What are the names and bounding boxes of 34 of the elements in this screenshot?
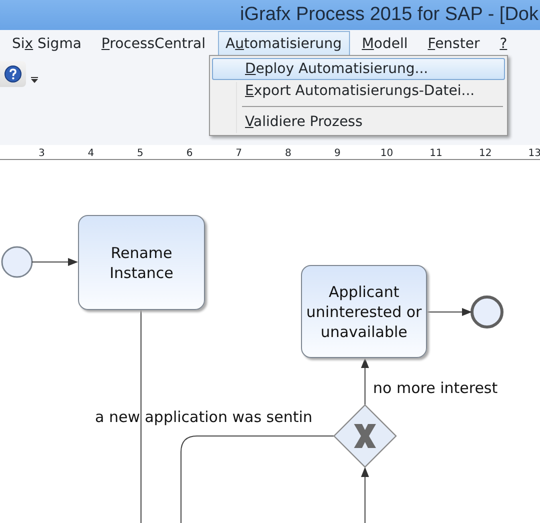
menu-item[interactable]: ?: [492, 30, 516, 56]
ruler-number: 4: [88, 148, 94, 159]
ruler-number: 12: [478, 148, 492, 159]
menu-item[interactable]: Fenster: [420, 30, 488, 56]
edge-label: a new application was sentin: [95, 407, 312, 428]
menu-item[interactable]: ProcessCentral: [93, 30, 214, 56]
window-title: iGrafx Process 2015 for SAP - [Dok: [240, 4, 538, 25]
menu-item[interactable]: Six Sigma: [4, 30, 90, 56]
task-node: Rename Instance: [78, 215, 205, 310]
ruler-number: 8: [284, 148, 292, 159]
exclusive-gateway: [333, 404, 397, 468]
dropdown-arrow-icon[interactable]: [31, 77, 38, 83]
connector-arrow: [32, 258, 78, 266]
connector-arrow: [361, 358, 369, 406]
ruler-number: 7: [236, 148, 242, 159]
menu-item[interactable]: Automatisierung: [218, 30, 350, 56]
connector-arrow: [361, 467, 369, 523]
ruler-number: 6: [186, 148, 193, 159]
ruler-number: 9: [334, 148, 341, 159]
help-button[interactable]: [0, 61, 26, 87]
ruler-number: 11: [430, 148, 442, 159]
task-node: Applicant uninterested or unavailable: [301, 265, 427, 358]
ruler-number: 3: [38, 148, 45, 159]
dropdown-item[interactable]: Export Automatisierungs-Datei...: [212, 80, 505, 102]
dropdown-item[interactable]: Deploy Automatisierung...: [212, 58, 505, 80]
end-event: [470, 296, 504, 328]
connector-arrow: [426, 308, 472, 316]
dropdown-item[interactable]: Validiere Prozess: [212, 111, 505, 133]
menu-item[interactable]: Modell: [354, 30, 416, 56]
ruler-number: 13: [528, 148, 540, 159]
edge-label: no more interest: [373, 378, 498, 399]
start-event: [1, 246, 33, 278]
ruler-number: 10: [380, 148, 394, 159]
ruler-number: 5: [137, 148, 144, 159]
